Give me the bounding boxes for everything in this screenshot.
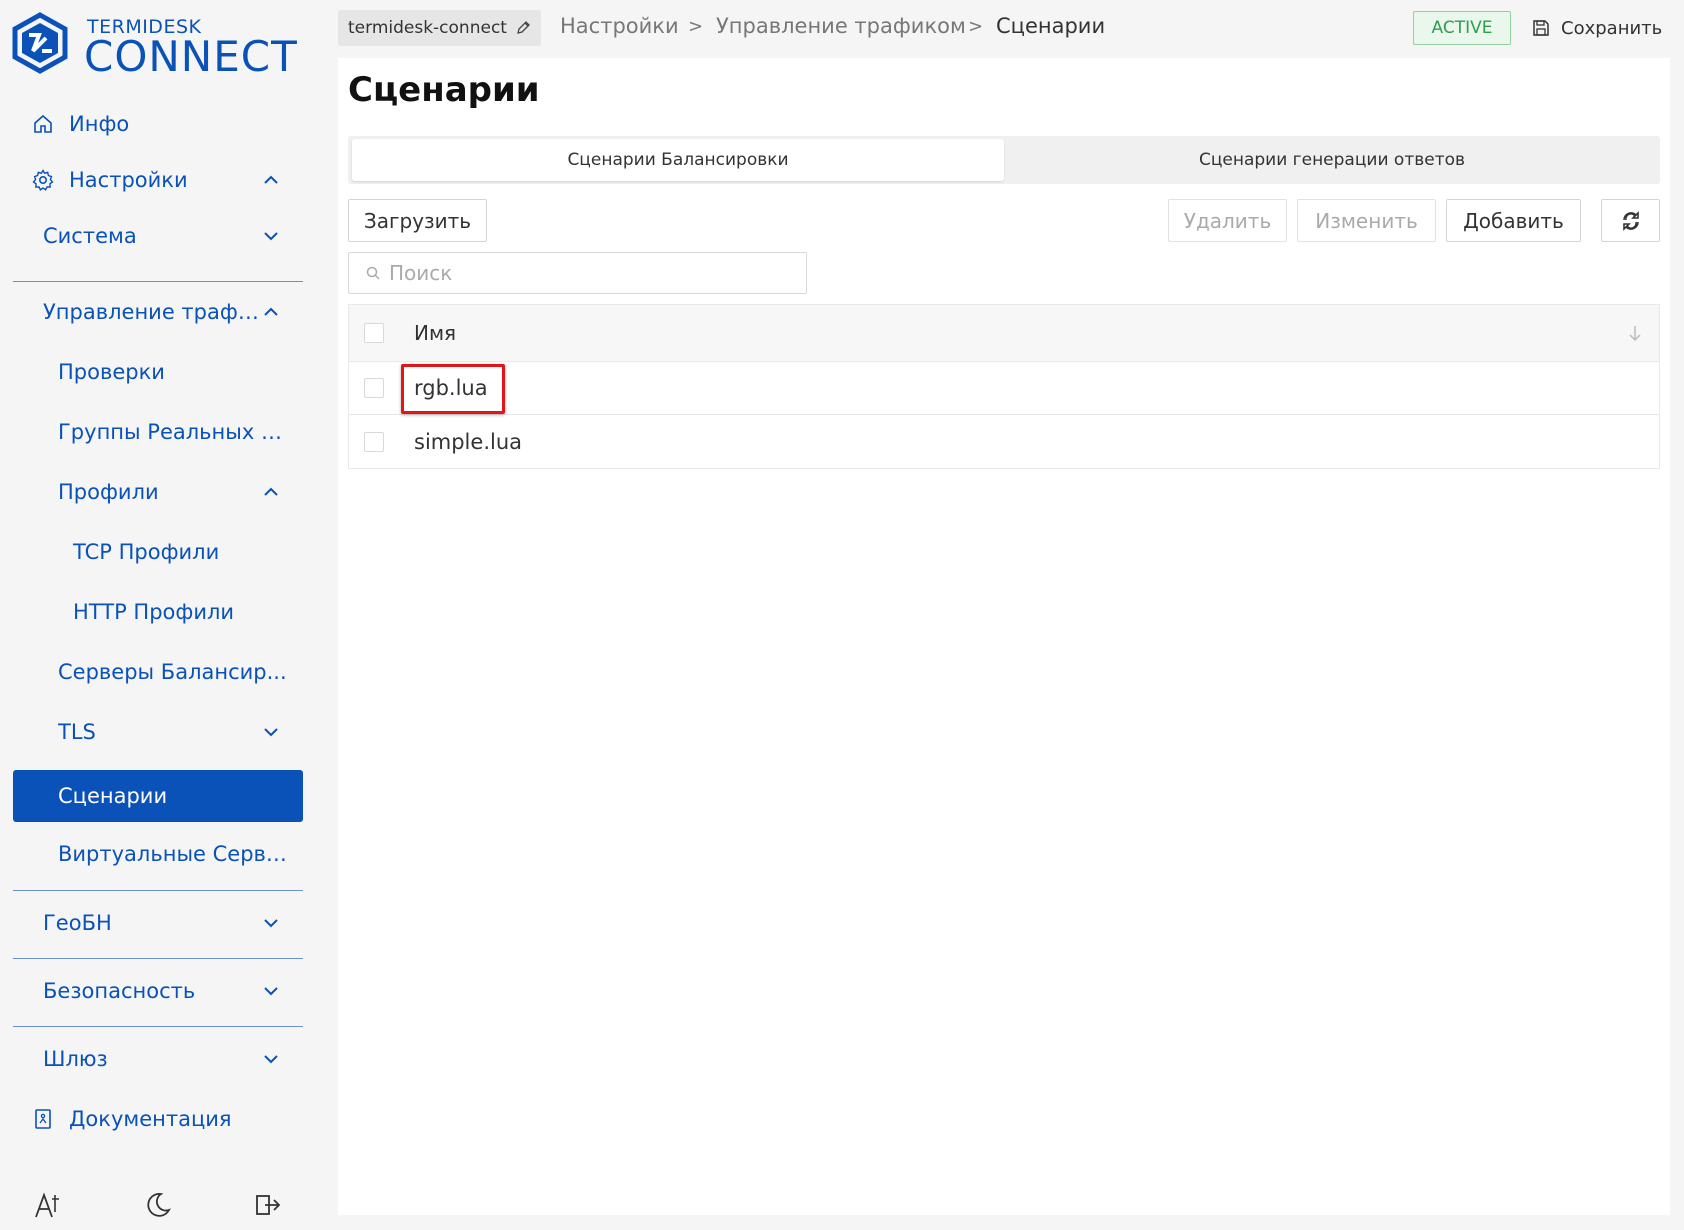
breadcrumb-traffic[interactable]: Управление трафиком xyxy=(716,14,966,38)
topbar: termidesk-connect Настройки > Управление… xyxy=(318,0,1684,56)
table-row[interactable]: simple.lua xyxy=(349,415,1659,468)
status-badge: ACTIVE xyxy=(1413,11,1511,45)
sidebar-item-geobn[interactable]: ГеоБН xyxy=(13,898,303,948)
row-checkbox[interactable] xyxy=(364,431,384,452)
search-input[interactable] xyxy=(389,261,789,285)
sidebar-item-virtual-servers[interactable]: Виртуальные Серве... xyxy=(13,829,303,879)
sidebar: TERMIDESK CONNECT Инфо Настройки Система… xyxy=(0,0,318,1230)
home-icon xyxy=(34,114,52,133)
sidebar-item-settings[interactable]: Настройки xyxy=(13,155,303,205)
table-header-row: Имя xyxy=(349,305,1659,362)
scenarios-table: Имя rgb.lua simple.lua xyxy=(348,304,1660,469)
chevron-down-icon xyxy=(264,987,278,996)
edit-button[interactable]: Изменить xyxy=(1297,199,1436,242)
sidebar-item-real-server-groups[interactable]: Группы Реальных С... xyxy=(13,407,303,457)
logo: TERMIDESK CONNECT xyxy=(12,12,312,81)
page-title: Сценарии xyxy=(348,70,540,110)
font-size-icon[interactable] xyxy=(33,1190,63,1220)
chevron-down-icon xyxy=(264,1055,278,1064)
chevron-down-icon xyxy=(264,728,278,737)
sidebar-item-balancing-servers[interactable]: Серверы Балансир... xyxy=(13,647,303,697)
sidebar-item-tcp-profiles[interactable]: TCP Профили xyxy=(13,527,303,577)
select-all-checkbox[interactable] xyxy=(364,323,384,343)
sidebar-item-label: Документация xyxy=(69,1107,232,1131)
sidebar-item-gateway[interactable]: Шлюз xyxy=(13,1034,303,1084)
sidebar-item-docs[interactable]: Документация xyxy=(13,1094,303,1144)
highlight-box xyxy=(401,364,505,414)
sidebar-item-label: Группы Реальных С... xyxy=(58,420,288,444)
refresh-button[interactable] xyxy=(1601,199,1660,242)
divider xyxy=(13,281,303,282)
divider xyxy=(13,890,303,891)
save-label: Сохранить xyxy=(1561,17,1663,39)
sidebar-item-traffic[interactable]: Управление трафи... xyxy=(13,287,303,337)
chevron-up-icon xyxy=(264,307,278,316)
sidebar-item-label: Шлюз xyxy=(43,1047,108,1071)
breadcrumb-current: Сценарии xyxy=(996,14,1106,38)
logo-hexagon-icon xyxy=(12,12,68,74)
logout-icon[interactable] xyxy=(253,1190,283,1220)
chevron-up-icon xyxy=(264,175,278,184)
row-name: simple.lua xyxy=(414,429,523,454)
tab-response-scenarios[interactable]: Сценарии генерации ответов xyxy=(1008,139,1656,181)
moon-icon[interactable] xyxy=(143,1190,173,1220)
gear-icon xyxy=(32,169,54,191)
sidebar-item-profiles[interactable]: Профили xyxy=(13,467,303,517)
sort-arrow-down-icon[interactable] xyxy=(1625,323,1645,343)
document-icon xyxy=(35,1109,51,1129)
upload-button[interactable]: Загрузить xyxy=(348,199,487,242)
project-name: termidesk-connect xyxy=(348,18,507,38)
search-box xyxy=(348,252,807,294)
sidebar-item-label: ГеоБН xyxy=(43,911,112,935)
sidebar-item-http-profiles[interactable]: HTTP Профили xyxy=(13,587,303,637)
breadcrumb-separator: > xyxy=(688,16,704,37)
row-checkbox[interactable] xyxy=(364,378,384,398)
main-content: Сценарии Сценарии Балансировки Сценарии … xyxy=(338,58,1670,1215)
brand-main-text: CONNECT xyxy=(84,32,298,81)
refresh-icon xyxy=(1622,210,1639,231)
sidebar-item-label: Виртуальные Серве... xyxy=(58,842,293,866)
add-button[interactable]: Добавить xyxy=(1446,199,1581,242)
sidebar-item-label: Проверки xyxy=(58,360,165,384)
chevron-down-icon xyxy=(264,232,278,241)
search-icon xyxy=(366,266,380,280)
sidebar-item-label: HTTP Профили xyxy=(73,600,235,624)
sidebar-item-label: Сценарии xyxy=(58,784,168,808)
sidebar-item-label: TLS xyxy=(58,720,96,744)
column-header-name[interactable]: Имя xyxy=(414,321,456,345)
sidebar-item-label: Профили xyxy=(58,480,159,504)
sidebar-item-label: Настройки xyxy=(69,168,188,192)
divider xyxy=(13,958,303,959)
pencil-icon[interactable] xyxy=(515,20,531,36)
sidebar-item-label: Инфо xyxy=(69,112,130,136)
sidebar-item-label: Система xyxy=(43,224,137,248)
save-button[interactable]: Сохранить xyxy=(1531,12,1662,44)
sidebar-item-scenarios[interactable]: Сценарии xyxy=(13,770,303,822)
sidebar-item-security[interactable]: Безопасность xyxy=(13,966,303,1016)
sidebar-item-tls[interactable]: TLS xyxy=(13,707,303,757)
sidebar-item-label: Управление трафи... xyxy=(43,300,261,324)
breadcrumb-settings[interactable]: Настройки xyxy=(560,14,679,38)
delete-button[interactable]: Удалить xyxy=(1168,199,1287,242)
divider xyxy=(13,1026,303,1027)
chevron-down-icon xyxy=(264,919,278,928)
tab-balancing-scenarios[interactable]: Сценарии Балансировки xyxy=(352,139,1004,181)
sidebar-item-label: TCP Профили xyxy=(73,540,220,564)
sidebar-item-system[interactable]: Система xyxy=(13,211,303,261)
sidebar-item-info[interactable]: Инфо xyxy=(13,99,303,149)
project-selector[interactable]: termidesk-connect xyxy=(338,10,541,46)
sidebar-item-checks[interactable]: Проверки xyxy=(13,347,303,397)
sidebar-item-label: Безопасность xyxy=(43,979,196,1003)
table-row[interactable]: rgb.lua xyxy=(349,362,1659,415)
chevron-up-icon xyxy=(264,487,278,496)
sidebar-item-label: Серверы Балансир... xyxy=(58,660,287,684)
breadcrumb-separator: > xyxy=(968,16,984,37)
tabs: Сценарии Балансировки Сценарии генерации… xyxy=(348,136,1660,184)
floppy-disk-icon xyxy=(1533,20,1549,36)
